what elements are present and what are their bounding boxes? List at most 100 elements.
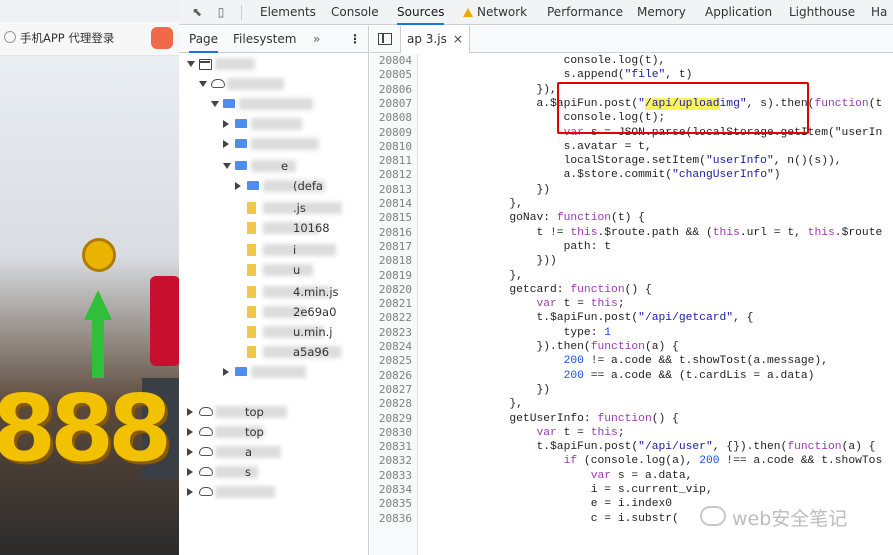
code-line[interactable]: i = s.current_vip, (428, 483, 713, 497)
code-line[interactable]: localStorage.setItem("userInfo", n()(s))… (428, 154, 842, 168)
tree-item[interactable]: 2e69a0 (179, 304, 368, 320)
code-line[interactable]: s.append("file", t) (428, 68, 693, 82)
code-line[interactable]: c = i.substr( (428, 512, 679, 526)
tree-item[interactable] (179, 136, 368, 152)
tab-lighthouse[interactable]: Lighthouse (789, 0, 855, 25)
tab-performance[interactable]: Performance (547, 0, 623, 25)
line-number[interactable]: 20821 (374, 297, 412, 311)
tab-console[interactable]: Console (331, 0, 379, 25)
subtab-page[interactable]: Page (189, 26, 219, 53)
code-line[interactable]: }, (428, 397, 523, 411)
code-line[interactable]: var t = this; (428, 426, 624, 440)
line-number[interactable]: 20812 (374, 168, 412, 182)
line-number[interactable]: 20829 (374, 412, 412, 426)
code-line[interactable]: }).then(function(a) { (428, 340, 678, 354)
code-line[interactable]: t.$apiFun.post("/api/getcard", { (428, 311, 753, 325)
triangle-right-icon[interactable] (223, 140, 229, 148)
tree-item[interactable]: a5a96 (179, 344, 368, 360)
code-line[interactable]: })) (428, 254, 556, 268)
more-tabs-button[interactable]: » (313, 26, 320, 53)
tree-item[interactable]: u (179, 262, 368, 278)
toggle-navigator-icon[interactable] (378, 33, 392, 45)
code-line[interactable]: getUserInfo: function() { (428, 412, 679, 426)
code-line[interactable]: 200 == a.code && (t.cardLis = a.data) (428, 369, 815, 383)
code-line[interactable]: if (console.log(a), 200 !== a.code && t.… (428, 454, 883, 468)
line-number[interactable]: 20817 (374, 240, 412, 254)
line-number[interactable]: 20823 (374, 326, 412, 340)
triangle-right-icon[interactable] (187, 428, 193, 436)
line-number[interactable]: 20820 (374, 283, 412, 297)
code-line[interactable]: s.avatar = t, (428, 140, 652, 154)
tree-item[interactable]: 10168 (179, 220, 368, 236)
code-line[interactable]: console.log(t); (428, 111, 666, 125)
tree-item[interactable]: e (179, 158, 368, 174)
code-line[interactable]: }) (428, 383, 550, 397)
inspect-element-icon[interactable]: ⬉ (189, 4, 205, 20)
tree-item[interactable]: u.min.j (179, 324, 368, 340)
line-number[interactable]: 20833 (374, 469, 412, 483)
tree-item[interactable] (179, 116, 368, 132)
triangle-down-icon[interactable] (211, 101, 219, 107)
line-number[interactable]: 20814 (374, 197, 412, 211)
line-number[interactable]: 20819 (374, 269, 412, 283)
tab-network[interactable]: Network (463, 0, 527, 25)
line-number[interactable]: 20810 (374, 140, 412, 154)
code-line[interactable]: console.log(t), (428, 54, 666, 68)
triangle-right-icon[interactable] (187, 408, 193, 416)
device-toolbar-icon[interactable]: ▯ (213, 4, 229, 20)
tree-item[interactable] (179, 484, 368, 500)
tree-item[interactable] (179, 364, 368, 380)
code-line[interactable]: a.$apiFun.post("/api/uploadimg", s).then… (428, 97, 882, 111)
tree-item[interactable] (179, 76, 368, 92)
line-number[interactable]: 20805 (374, 68, 412, 82)
line-number[interactable]: 20827 (374, 383, 412, 397)
tab-sources[interactable]: Sources (397, 0, 445, 25)
line-number[interactable]: 20826 (374, 369, 412, 383)
line-number[interactable]: 20832 (374, 454, 412, 468)
subtab-filesystem[interactable]: Filesystem (233, 26, 296, 53)
line-number[interactable]: 20806 (374, 83, 412, 97)
tree-item[interactable]: top (179, 404, 368, 420)
navigator-menu-icon[interactable]: ⋮ (349, 26, 361, 53)
triangle-down-icon[interactable] (187, 61, 195, 67)
tree-item[interactable] (179, 56, 368, 72)
code-line[interactable]: var s = a.data, (428, 469, 693, 483)
line-number[interactable]: 20807 (374, 97, 412, 111)
code-line[interactable]: var s = JSON.parse(localStorage.getItem(… (428, 126, 883, 140)
line-number[interactable]: 20825 (374, 354, 412, 368)
line-number[interactable]: 20818 (374, 254, 412, 268)
code-line[interactable]: t != this.$route.path && (this.url = t, … (428, 226, 882, 240)
line-number[interactable]: 20816 (374, 226, 412, 240)
line-number[interactable]: 20813 (374, 183, 412, 197)
triangle-down-icon[interactable] (223, 163, 231, 169)
triangle-right-icon[interactable] (235, 182, 241, 190)
line-number[interactable]: 20824 (374, 340, 412, 354)
tab-elements[interactable]: Elements (260, 0, 316, 25)
code-line[interactable]: }, (428, 269, 523, 283)
tree-item[interactable] (179, 96, 368, 112)
line-number[interactable]: 20835 (374, 497, 412, 511)
line-number[interactable]: 20809 (374, 126, 412, 140)
tree-item[interactable]: i (179, 242, 368, 258)
code-line[interactable]: a.$store.commit("changUserInfo") (428, 168, 781, 182)
line-number[interactable]: 20828 (374, 397, 412, 411)
code-line[interactable]: path: t (428, 240, 611, 254)
triangle-right-icon[interactable] (187, 488, 193, 496)
code-line[interactable]: type: 1 (428, 326, 611, 340)
line-number[interactable]: 20804 (374, 54, 412, 68)
tab-overflow[interactable]: Ha (871, 0, 887, 25)
tree-item[interactable]: s (179, 464, 368, 480)
chat-button[interactable] (151, 27, 173, 49)
line-number[interactable]: 20834 (374, 483, 412, 497)
line-number[interactable]: 20830 (374, 426, 412, 440)
code-line[interactable]: goNav: function(t) { (428, 211, 645, 225)
triangle-right-icon[interactable] (223, 120, 229, 128)
tree-item[interactable]: 4.min.js (179, 284, 368, 300)
tree-item[interactable]: .js (179, 200, 368, 216)
code-view[interactable]: 20804 console.log(t), 20805 s.append("fil… (370, 54, 893, 555)
code-line[interactable]: }, (428, 197, 523, 211)
triangle-down-icon[interactable] (199, 81, 207, 87)
code-line[interactable]: }), (428, 83, 556, 97)
code-line[interactable]: e = i.index0 (428, 497, 672, 511)
line-number[interactable]: 20836 (374, 512, 412, 526)
